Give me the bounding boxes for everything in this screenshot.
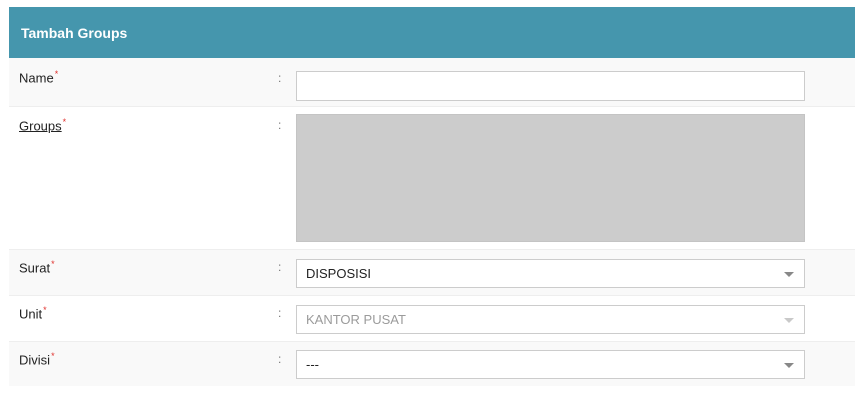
groups-multiselect[interactable] <box>296 114 805 242</box>
name-input[interactable] <box>296 71 805 101</box>
separator-colon: : <box>278 306 282 320</box>
separator-colon: : <box>278 118 282 132</box>
form-row-groups: Groups* : <box>9 107 855 250</box>
name-label: Name* <box>19 69 59 86</box>
chevron-down-icon <box>784 318 794 323</box>
divisi-label: Divisi* <box>19 351 55 368</box>
panel-header: Tambah Groups <box>9 7 855 58</box>
separator-colon: : <box>278 260 282 274</box>
form-row-surat: Surat* : DISPOSISI <box>9 250 855 296</box>
divisi-selected-value: --- <box>306 357 319 372</box>
separator-colon: : <box>278 71 282 85</box>
add-group-panel: Tambah Groups Name* : Groups* : Surat* :… <box>9 7 855 386</box>
chevron-down-icon <box>784 363 794 368</box>
required-marker: * <box>62 117 67 127</box>
panel-title: Tambah Groups <box>21 24 128 41</box>
groups-label[interactable]: Groups* <box>19 117 66 133</box>
surat-selected-value: DISPOSISI <box>306 266 372 281</box>
required-marker: * <box>51 351 55 361</box>
unit-label: Unit* <box>19 305 47 322</box>
required-marker: * <box>51 259 55 269</box>
unit-select: KANTOR PUSAT <box>296 305 805 334</box>
form-row-divisi: Divisi* : --- <box>9 342 855 386</box>
required-marker: * <box>54 69 59 79</box>
form-row-name: Name* : <box>9 58 855 107</box>
required-marker: * <box>43 305 47 315</box>
surat-select[interactable]: DISPOSISI <box>296 259 805 288</box>
divisi-select[interactable]: --- <box>296 350 805 379</box>
form-row-unit: Unit* : KANTOR PUSAT <box>9 296 855 342</box>
separator-colon: : <box>278 352 282 366</box>
unit-selected-value: KANTOR PUSAT <box>306 312 406 327</box>
chevron-down-icon <box>784 272 794 277</box>
surat-label: Surat* <box>19 259 55 276</box>
